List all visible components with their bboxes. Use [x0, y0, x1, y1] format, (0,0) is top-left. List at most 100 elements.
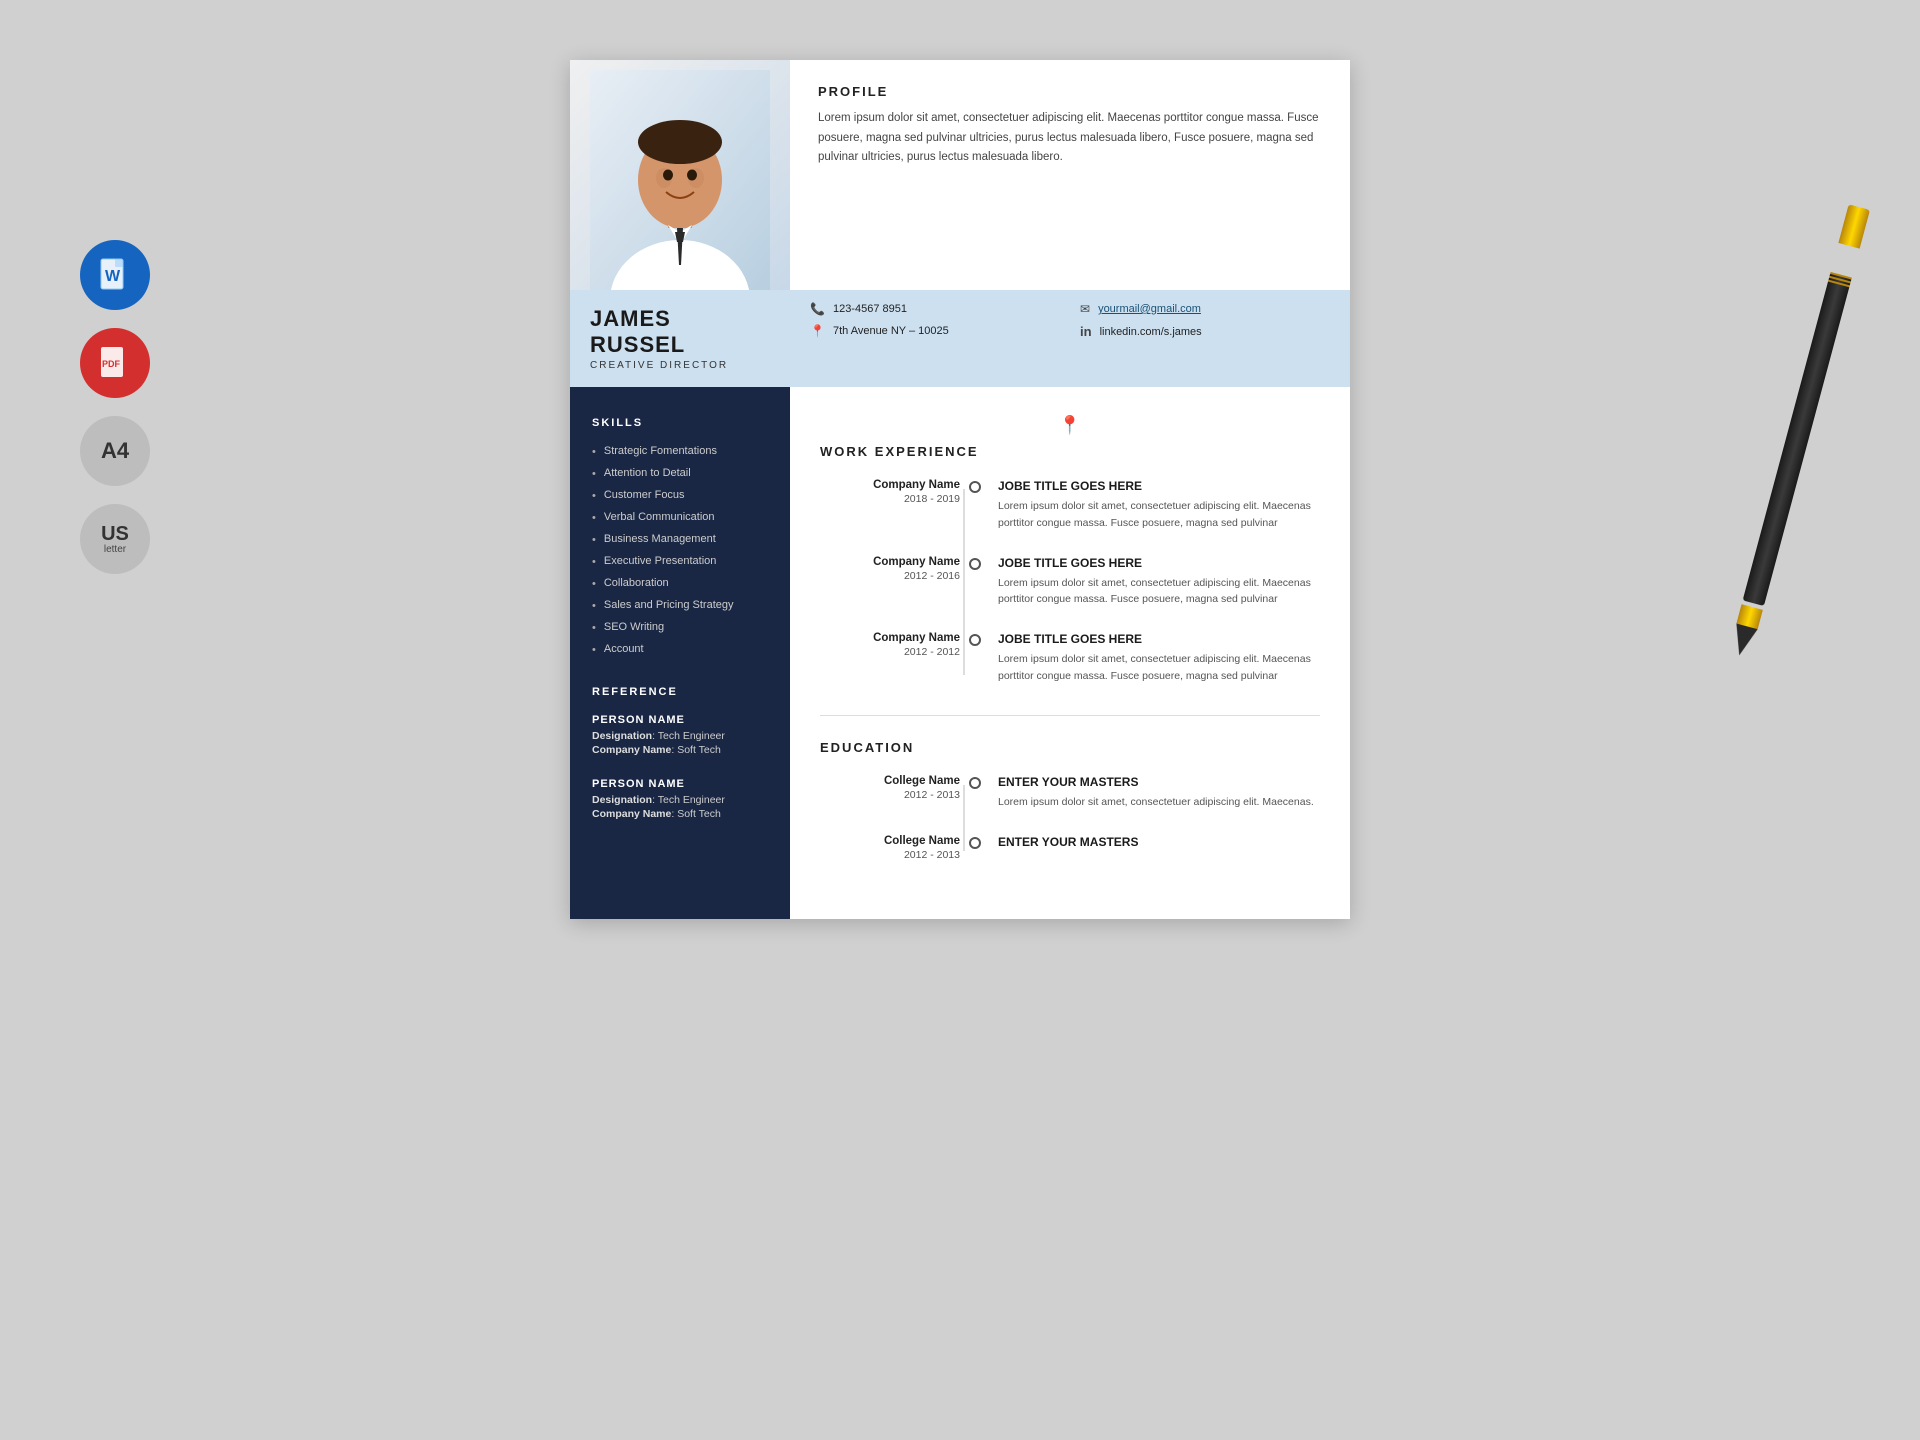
email-link[interactable]: yourmail@gmail.com	[1098, 303, 1201, 315]
work-entry-2-left: Company Name 2012 - 2016	[820, 556, 960, 609]
ref1-name: PERSON NAME	[592, 714, 768, 726]
phone-icon: 📞	[810, 302, 825, 316]
resume-body: SKILLS •Strategic Fomentations •Attentio…	[570, 387, 1350, 919]
reference-section-title: REFERENCE	[592, 686, 768, 698]
skill-label: Account	[604, 643, 644, 655]
phone-number: 123-4567 8951	[833, 303, 907, 315]
skill-item: •Sales and Pricing Strategy	[592, 599, 768, 612]
linkedin-contact: in linkedin.com/s.james	[1080, 324, 1330, 339]
section-divider	[820, 715, 1320, 716]
work-desc-1: Lorem ipsum dolor sit amet, consectetuer…	[998, 498, 1320, 532]
address: 7th Avenue NY – 10025	[833, 325, 949, 337]
work-entry-3: Company Name 2012 - 2012 JOBE TITLE GOES…	[820, 632, 1320, 685]
edu-dot-wrapper-1	[960, 775, 990, 811]
skill-label: SEO Writing	[604, 621, 664, 633]
dot-wrapper-1	[960, 479, 990, 532]
main-content: 📍 WORK EXPERIENCE Company Name 2018 - 20…	[790, 387, 1350, 919]
timeline-dot-3	[969, 634, 981, 646]
skill-item: • Attention to Detail	[592, 467, 768, 480]
skill-item: •Strategic Fomentations	[592, 445, 768, 458]
us-letter-icon[interactable]: US letter	[80, 504, 150, 574]
email-contact: ✉ yourmail@gmail.com	[1080, 302, 1330, 316]
bullet-icon: •	[592, 490, 596, 502]
full-name: JAMES RUSSEL	[590, 306, 770, 358]
edu-dot-1	[969, 777, 981, 789]
edu-entry-2: College Name 2012 - 2013 ENTER YOUR MAST…	[820, 835, 1320, 861]
resume-header: PROFILE Lorem ipsum dolor sit amet, cons…	[570, 60, 1350, 290]
skill-item: • Customer Focus	[592, 489, 768, 502]
bullet-icon: •	[592, 578, 596, 590]
work-experience-title: WORK EXPERIENCE	[820, 444, 1320, 459]
resume-document: PROFILE Lorem ipsum dolor sit amet, cons…	[570, 60, 1350, 919]
email-icon: ✉	[1080, 302, 1090, 316]
work-entry-1-right: JOBE TITLE GOES HERE Lorem ipsum dolor s…	[990, 479, 1320, 532]
work-entry-2: Company Name 2012 - 2016 JOBE TITLE GOES…	[820, 556, 1320, 609]
work-jobtitle-2: JOBE TITLE GOES HERE	[998, 556, 1320, 570]
contact-col-right: ✉ yourmail@gmail.com in linkedin.com/s.j…	[1080, 302, 1330, 375]
svg-text:W: W	[105, 268, 121, 285]
header-profile-section: PROFILE Lorem ipsum dolor sit amet, cons…	[790, 60, 1350, 290]
bullet-icon: •	[592, 534, 596, 546]
contact-section: 📞 123-4567 8951 📍 7th Avenue NY – 10025 …	[790, 290, 1350, 387]
profile-photo	[570, 60, 790, 290]
education-timeline: College Name 2012 - 2013 ENTER YOUR MAST…	[820, 775, 1320, 861]
edu-dot-2	[969, 837, 981, 849]
edu-dot-wrapper-2	[960, 835, 990, 861]
phone-contact: 📞 123-4567 8951	[810, 302, 1060, 316]
work-year-2: 2012 - 2016	[820, 570, 960, 582]
edu-degree-1: ENTER YOUR MASTERS	[998, 775, 1320, 789]
sidebar: SKILLS •Strategic Fomentations •Attentio…	[570, 387, 790, 919]
edu-college-2: College Name	[820, 835, 960, 847]
timeline-dot-1	[969, 481, 981, 493]
bullet-icon: •	[592, 468, 596, 480]
side-icons-panel: W PDF A4 US letter	[80, 240, 150, 574]
word-icon[interactable]: W	[80, 240, 150, 310]
work-desc-3: Lorem ipsum dolor sit amet, consectetuer…	[998, 651, 1320, 685]
bullet-icon: •	[592, 512, 596, 524]
skill-label: Customer Focus	[604, 489, 685, 501]
edu-college-1: College Name	[820, 775, 960, 787]
work-entry-2-right: JOBE TITLE GOES HERE Lorem ipsum dolor s…	[990, 556, 1320, 609]
name-section: JAMES RUSSEL CREATIVE DIRECTOR	[570, 290, 790, 387]
address-contact: 📍 7th Avenue NY – 10025	[810, 324, 1060, 338]
edu-year-2: 2012 - 2013	[820, 849, 960, 861]
work-entry-1-left: Company Name 2018 - 2019	[820, 479, 960, 532]
skill-label: Sales and Pricing Strategy	[604, 599, 734, 611]
location-icon: 📍	[810, 324, 825, 338]
edu-year-1: 2012 - 2013	[820, 789, 960, 801]
timeline-dot-2	[969, 558, 981, 570]
skill-item: • Account	[592, 643, 768, 656]
work-experience-timeline: Company Name 2018 - 2019 JOBE TITLE GOES…	[820, 479, 1320, 685]
work-company-1: Company Name	[820, 479, 960, 491]
work-jobtitle-3: JOBE TITLE GOES HERE	[998, 632, 1320, 646]
dot-wrapper-2	[960, 556, 990, 609]
work-entry-3-left: Company Name 2012 - 2012	[820, 632, 960, 685]
skill-label: Business Management	[604, 533, 716, 545]
reference-entry-1: PERSON NAME Designation: Tech Engineer C…	[592, 714, 768, 756]
pen-decoration	[1736, 203, 1874, 616]
linkedin-icon: in	[1080, 324, 1092, 339]
work-entry-1: Company Name 2018 - 2019 JOBE TITLE GOES…	[820, 479, 1320, 532]
job-title: CREATIVE DIRECTOR	[590, 360, 770, 371]
edu-entry-2-left: College Name 2012 - 2013	[820, 835, 960, 861]
edu-entry-1: College Name 2012 - 2013 ENTER YOUR MAST…	[820, 775, 1320, 811]
a4-label: A4	[101, 438, 129, 464]
skill-item: • Business Management	[592, 533, 768, 546]
map-pin-decoration: 📍	[820, 415, 1320, 436]
ref1-designation: Designation: Tech Engineer	[592, 730, 768, 742]
skill-item: • SEO Writing	[592, 621, 768, 634]
bullet-icon: •	[592, 446, 596, 458]
skill-label: Attention to Detail	[604, 467, 691, 479]
bullet-icon: •	[592, 622, 596, 634]
skills-list: •Strategic Fomentations • Attention to De…	[592, 445, 768, 656]
linkedin-url: linkedin.com/s.james	[1100, 326, 1202, 338]
work-year-1: 2018 - 2019	[820, 493, 960, 505]
pdf-icon[interactable]: PDF	[80, 328, 150, 398]
bullet-icon: •	[592, 644, 596, 656]
work-company-2: Company Name	[820, 556, 960, 568]
skill-label: Collaboration	[604, 577, 669, 589]
edu-degree-2: ENTER YOUR MASTERS	[998, 835, 1320, 849]
bullet-icon: •	[592, 556, 596, 568]
work-year-3: 2012 - 2012	[820, 646, 960, 658]
a4-format-icon[interactable]: A4	[80, 416, 150, 486]
